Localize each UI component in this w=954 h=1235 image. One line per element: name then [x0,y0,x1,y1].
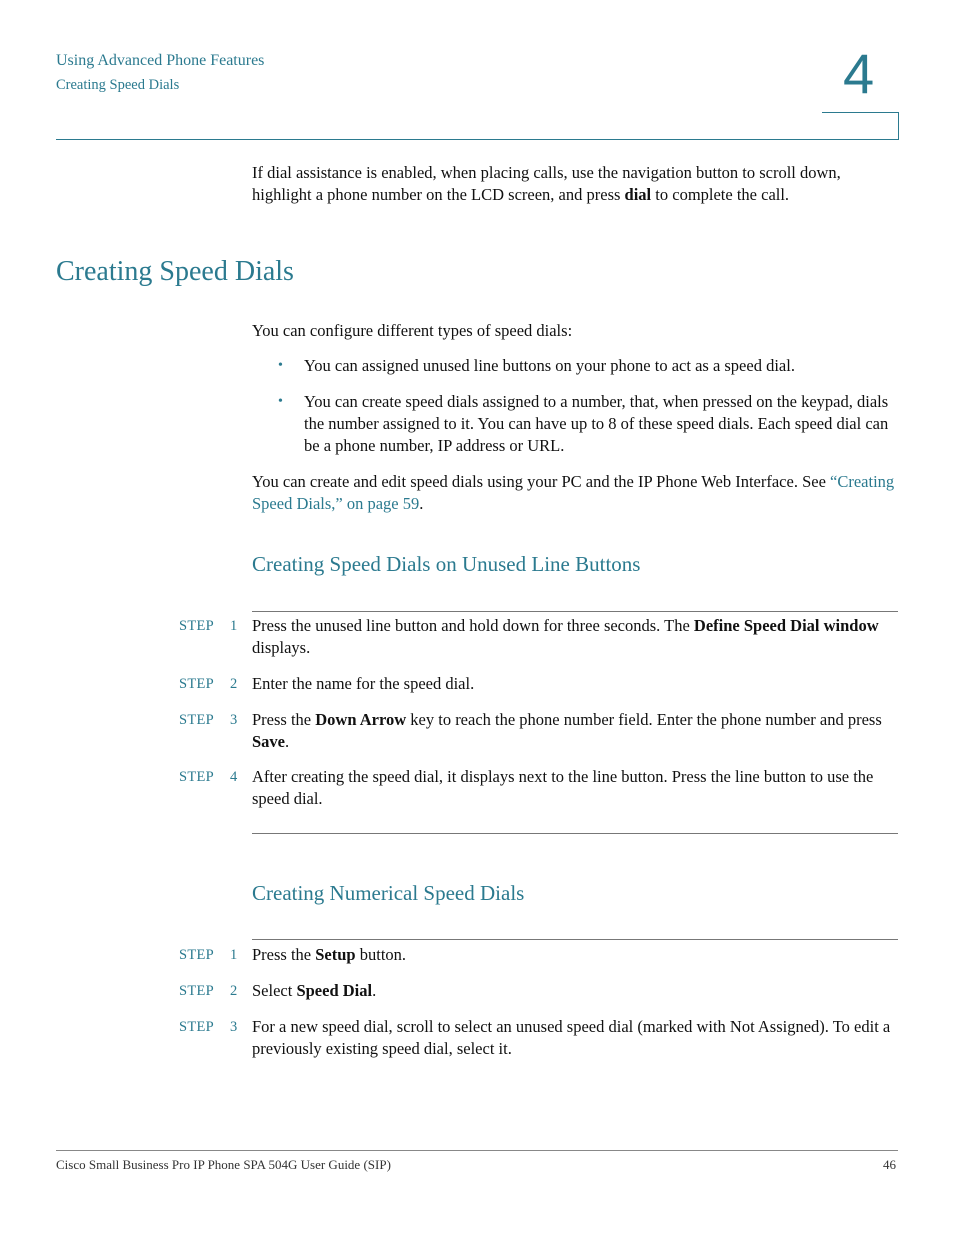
chapter-number-frame [822,112,899,140]
step-number: 2 [230,983,238,999]
footer-guide-title: Cisco Small Business Pro IP Phone SPA 50… [56,1157,391,1172]
step-text: Enter the name for the speed dial. [252,674,475,693]
closing-text: You can create and edit speed dials usin… [252,472,831,491]
section-heading: Creating Speed Dials [56,256,294,287]
step-text: After creating the speed dial, it displa… [252,767,874,808]
step-text: Press the Down Arrow key to reach the ph… [252,710,882,751]
steps-top-divider [252,611,898,612]
step-number: 1 [230,947,238,963]
step-text: For a new speed dial, scroll to select a… [252,1017,891,1058]
step-number: 1 [230,618,238,634]
intro-bold-dial: dial [624,185,652,204]
running-header-chapter: Using Advanced Phone Features [56,52,265,69]
step-label: STEP [179,676,215,692]
step-label: STEP [179,618,215,634]
subsection-heading-unused-line-buttons: Creating Speed Dials on Unused Line Butt… [252,552,641,576]
bullet-item: You can create speed dials assigned to a… [304,392,889,455]
step-number: 3 [230,712,238,728]
section-lead: You can configure different types of spe… [252,321,573,340]
step-text: Press the unused line button and hold do… [252,616,879,657]
step-label: STEP [179,712,215,728]
bullet-item: You can assigned unused line buttons on … [304,356,795,375]
steps-top-divider [252,939,898,940]
steps-bottom-divider [252,833,898,834]
step-text: Select Speed Dial. [252,981,377,1000]
step-label: STEP [179,947,215,963]
chapter-number: 4 [843,42,875,105]
footer-page-number: 46 [883,1157,896,1172]
intro-paragraph: If dial assistance is enabled, when plac… [252,162,898,206]
bullet-icon: • [278,358,283,373]
step-number: 3 [230,1019,238,1035]
header-divider [56,139,898,140]
step-number: 2 [230,676,238,692]
footer-divider [56,1150,898,1151]
closing-paragraph: You can create and edit speed dials usin… [252,471,898,515]
step-label: STEP [179,1019,215,1035]
step-label: STEP [179,983,215,999]
subsection-heading-numerical-speed-dials: Creating Numerical Speed Dials [252,881,525,905]
closing-end: . [419,494,424,513]
step-label: STEP [179,769,215,785]
intro-text-end: to complete the call. [651,185,790,204]
bullet-icon: • [278,394,283,409]
running-header-section: Creating Speed Dials [56,77,180,93]
step-text: Press the Setup button. [252,945,407,964]
step-number: 4 [230,769,238,785]
